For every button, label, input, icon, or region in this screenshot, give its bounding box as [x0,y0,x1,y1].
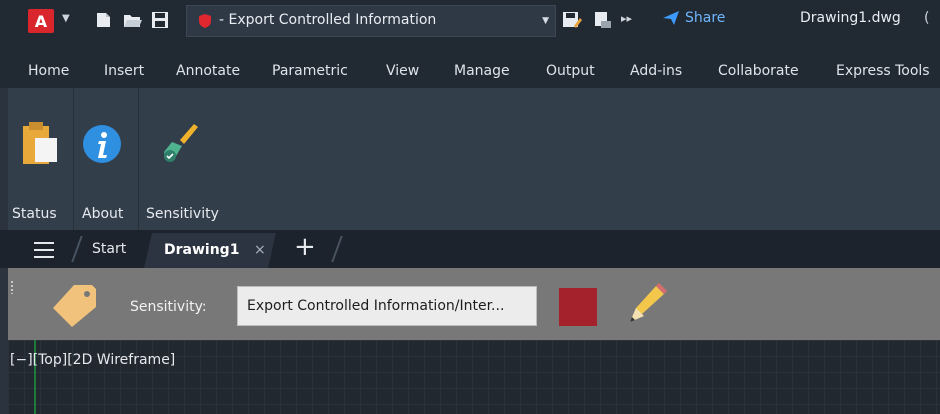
send-icon [663,11,679,25]
share-label: Share [685,10,726,26]
save-as-icon[interactable] [562,11,582,29]
new-file-icon[interactable] [94,11,114,29]
title-overflow: ( [924,10,930,26]
tab-collaborate[interactable]: Collaborate [718,63,799,79]
status-label: Status [12,206,57,222]
application-menu-button[interactable]: A [28,9,54,33]
app-letter: A [34,11,48,31]
chevron-down-icon: ▼ [542,16,549,26]
tab-insert[interactable]: Insert [104,63,144,79]
tab-drawing1[interactable]: Drawing1 × [144,233,276,268]
tab-view[interactable]: View [386,63,419,79]
chevron-down-icon[interactable]: ▼ [62,13,70,24]
tab-express-tools[interactable]: Express Tools [836,63,930,79]
sensitivity-toolbar: Sensitivity: Export Controlled Informati… [8,268,940,340]
file-tabs-bar: Start Drawing1 × + [0,230,940,268]
workspace-dropdown[interactable]: - Export Controlled Information ▼ [186,5,556,37]
overflow-chevron-icon[interactable]: ▸▸ [621,12,632,25]
ribbon-panel: Status About Sensitivity [8,88,940,230]
sensitivity-label: Sensitivity [146,206,219,222]
pencil-icon[interactable] [622,282,670,330]
tab-divider [71,236,83,262]
tab-divider [331,236,343,262]
close-icon[interactable]: × [254,242,266,258]
panel-divider [138,88,139,230]
about-label: About [82,206,124,222]
workspace-name: - Export Controlled Information [219,12,437,28]
tab-manage[interactable]: Manage [454,63,510,79]
info-icon[interactable] [80,122,124,166]
sensitivity-value-field[interactable]: Export Controlled Information/Inter... [237,286,537,326]
clipboard-icon[interactable] [13,120,67,170]
sensitivity-color-swatch [559,288,597,326]
tab-output[interactable]: Output [546,63,595,79]
panel-divider [73,88,74,230]
tab-start[interactable]: Start [92,241,126,257]
ribbon-tabs: Home Insert Annotate Parametric View Man… [0,58,940,88]
tab-parametric[interactable]: Parametric [272,63,348,79]
viewport-controls[interactable]: [−][Top][2D Wireframe] [10,352,175,368]
quick-access-toolbar: A ▼ - Export Controlled Information ▼ ▸▸… [0,0,940,58]
tag-icon[interactable] [50,282,100,328]
share-button[interactable]: Share [662,10,725,26]
shield-icon [199,14,211,28]
drawing-canvas[interactable]: [−][Top][2D Wireframe] [8,340,940,414]
tab-drawing1-label: Drawing1 [164,242,240,258]
brush-icon[interactable] [154,120,202,168]
plot-icon[interactable] [592,11,612,29]
tab-add-ins[interactable]: Add-ins [630,63,682,79]
tab-home[interactable]: Home [28,63,69,79]
menu-icon[interactable] [34,242,54,258]
window-title: Drawing1.dwg [800,10,901,26]
new-tab-icon[interactable]: + [294,234,316,260]
sensitivity-field-label: Sensitivity: [130,299,207,315]
tab-annotate[interactable]: Annotate [176,63,240,79]
save-icon[interactable] [150,11,170,29]
open-folder-icon[interactable] [122,11,142,29]
drag-handle[interactable] [10,280,14,294]
